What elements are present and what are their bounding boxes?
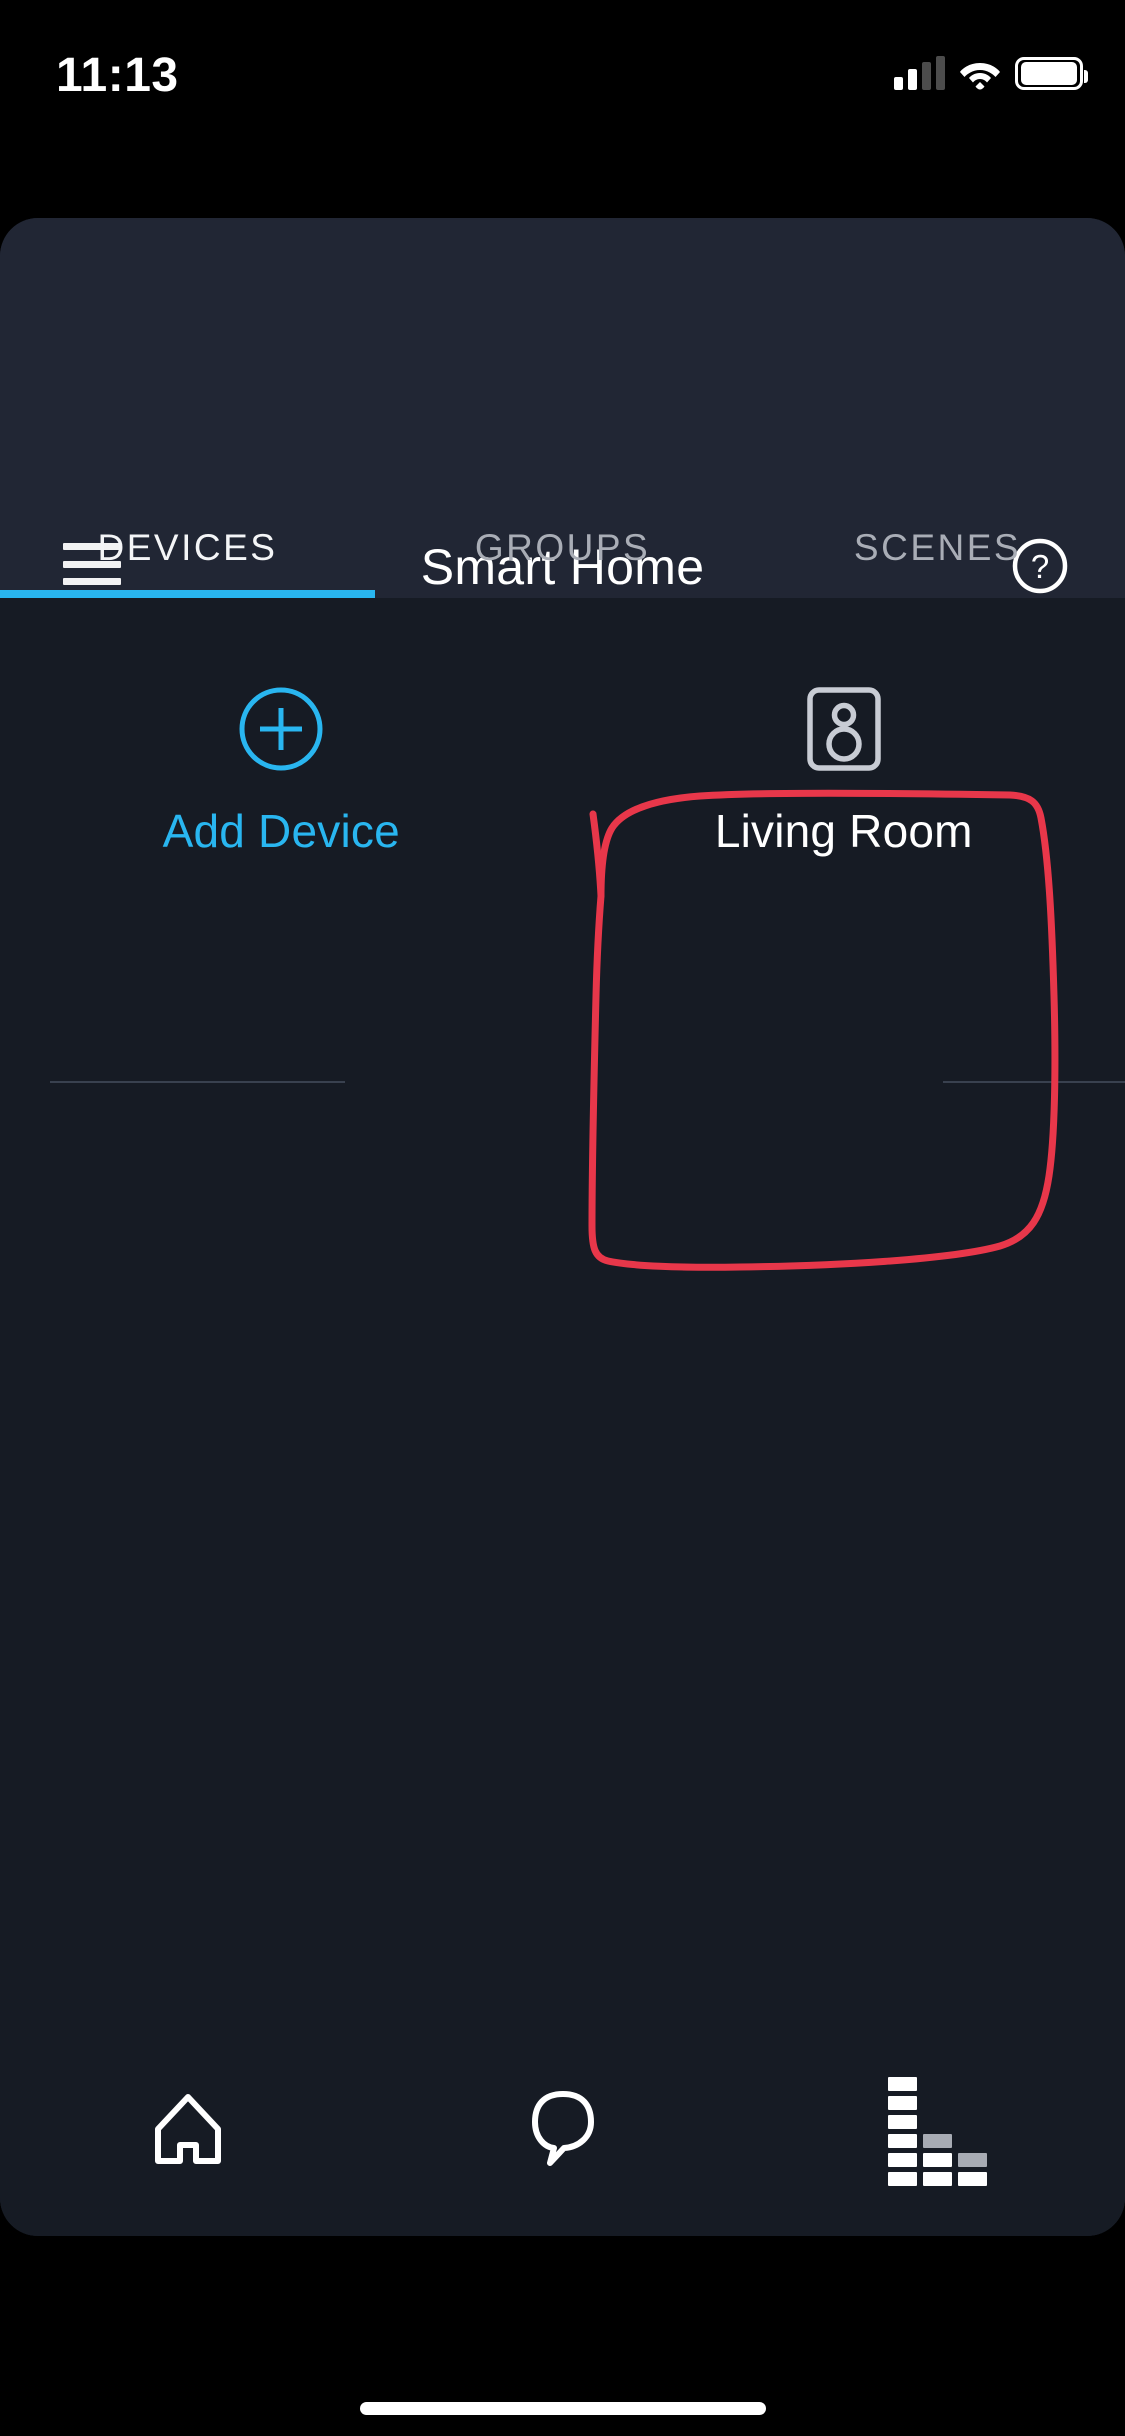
nav-item-communicate[interactable] — [375, 2054, 750, 2236]
tab-bar: DEVICES GROUPS SCENES — [0, 498, 1125, 598]
phone-screen: 11:13 Smart Home ? DEVICES GROUPS SCENES… — [0, 0, 1125, 2436]
equalizer-icon — [888, 2076, 987, 2186]
tab-devices-label: DEVICES — [97, 527, 278, 568]
add-device-tile[interactable]: Add Device — [0, 598, 563, 1083]
status-bar: 11:13 — [0, 0, 1125, 145]
devices-content: Add Device Living Room — [0, 598, 1125, 2236]
tab-scenes-label: SCENES — [853, 527, 1022, 568]
bottom-navigation-bar — [0, 2054, 1125, 2236]
tab-groups[interactable]: GROUPS — [375, 498, 750, 598]
living-room-label: Living Room — [714, 805, 973, 857]
home-indicator — [359, 2402, 766, 2415]
speech-bubble-icon — [527, 2089, 599, 2174]
nav-item-home[interactable] — [0, 2054, 375, 2236]
speaker-icon — [806, 681, 882, 776]
add-device-label: Add Device — [162, 805, 400, 857]
living-room-device-tile[interactable]: Living Room — [563, 598, 1125, 1083]
status-bar-indicators — [894, 44, 1088, 90]
device-grid: Add Device Living Room — [0, 598, 1125, 1083]
active-tab-indicator — [0, 590, 375, 598]
app-header: Smart Home ? DEVICES GROUPS SCENES — [0, 218, 1125, 598]
tab-scenes[interactable]: SCENES — [750, 498, 1125, 598]
nav-item-activity[interactable] — [750, 2054, 1125, 2236]
app-window: Smart Home ? DEVICES GROUPS SCENES Add D… — [0, 218, 1125, 2236]
tile-divider — [942, 1081, 1125, 1083]
home-icon — [152, 2091, 224, 2172]
plus-circle-icon — [238, 681, 324, 776]
tile-divider — [50, 1081, 345, 1083]
tab-devices[interactable]: DEVICES — [0, 498, 375, 598]
battery-icon — [1015, 57, 1088, 90]
tab-groups-label: GROUPS — [474, 527, 651, 568]
cellular-signal-icon — [894, 56, 945, 90]
status-bar-time: 11:13 — [56, 49, 179, 102]
wifi-icon — [959, 58, 1001, 90]
